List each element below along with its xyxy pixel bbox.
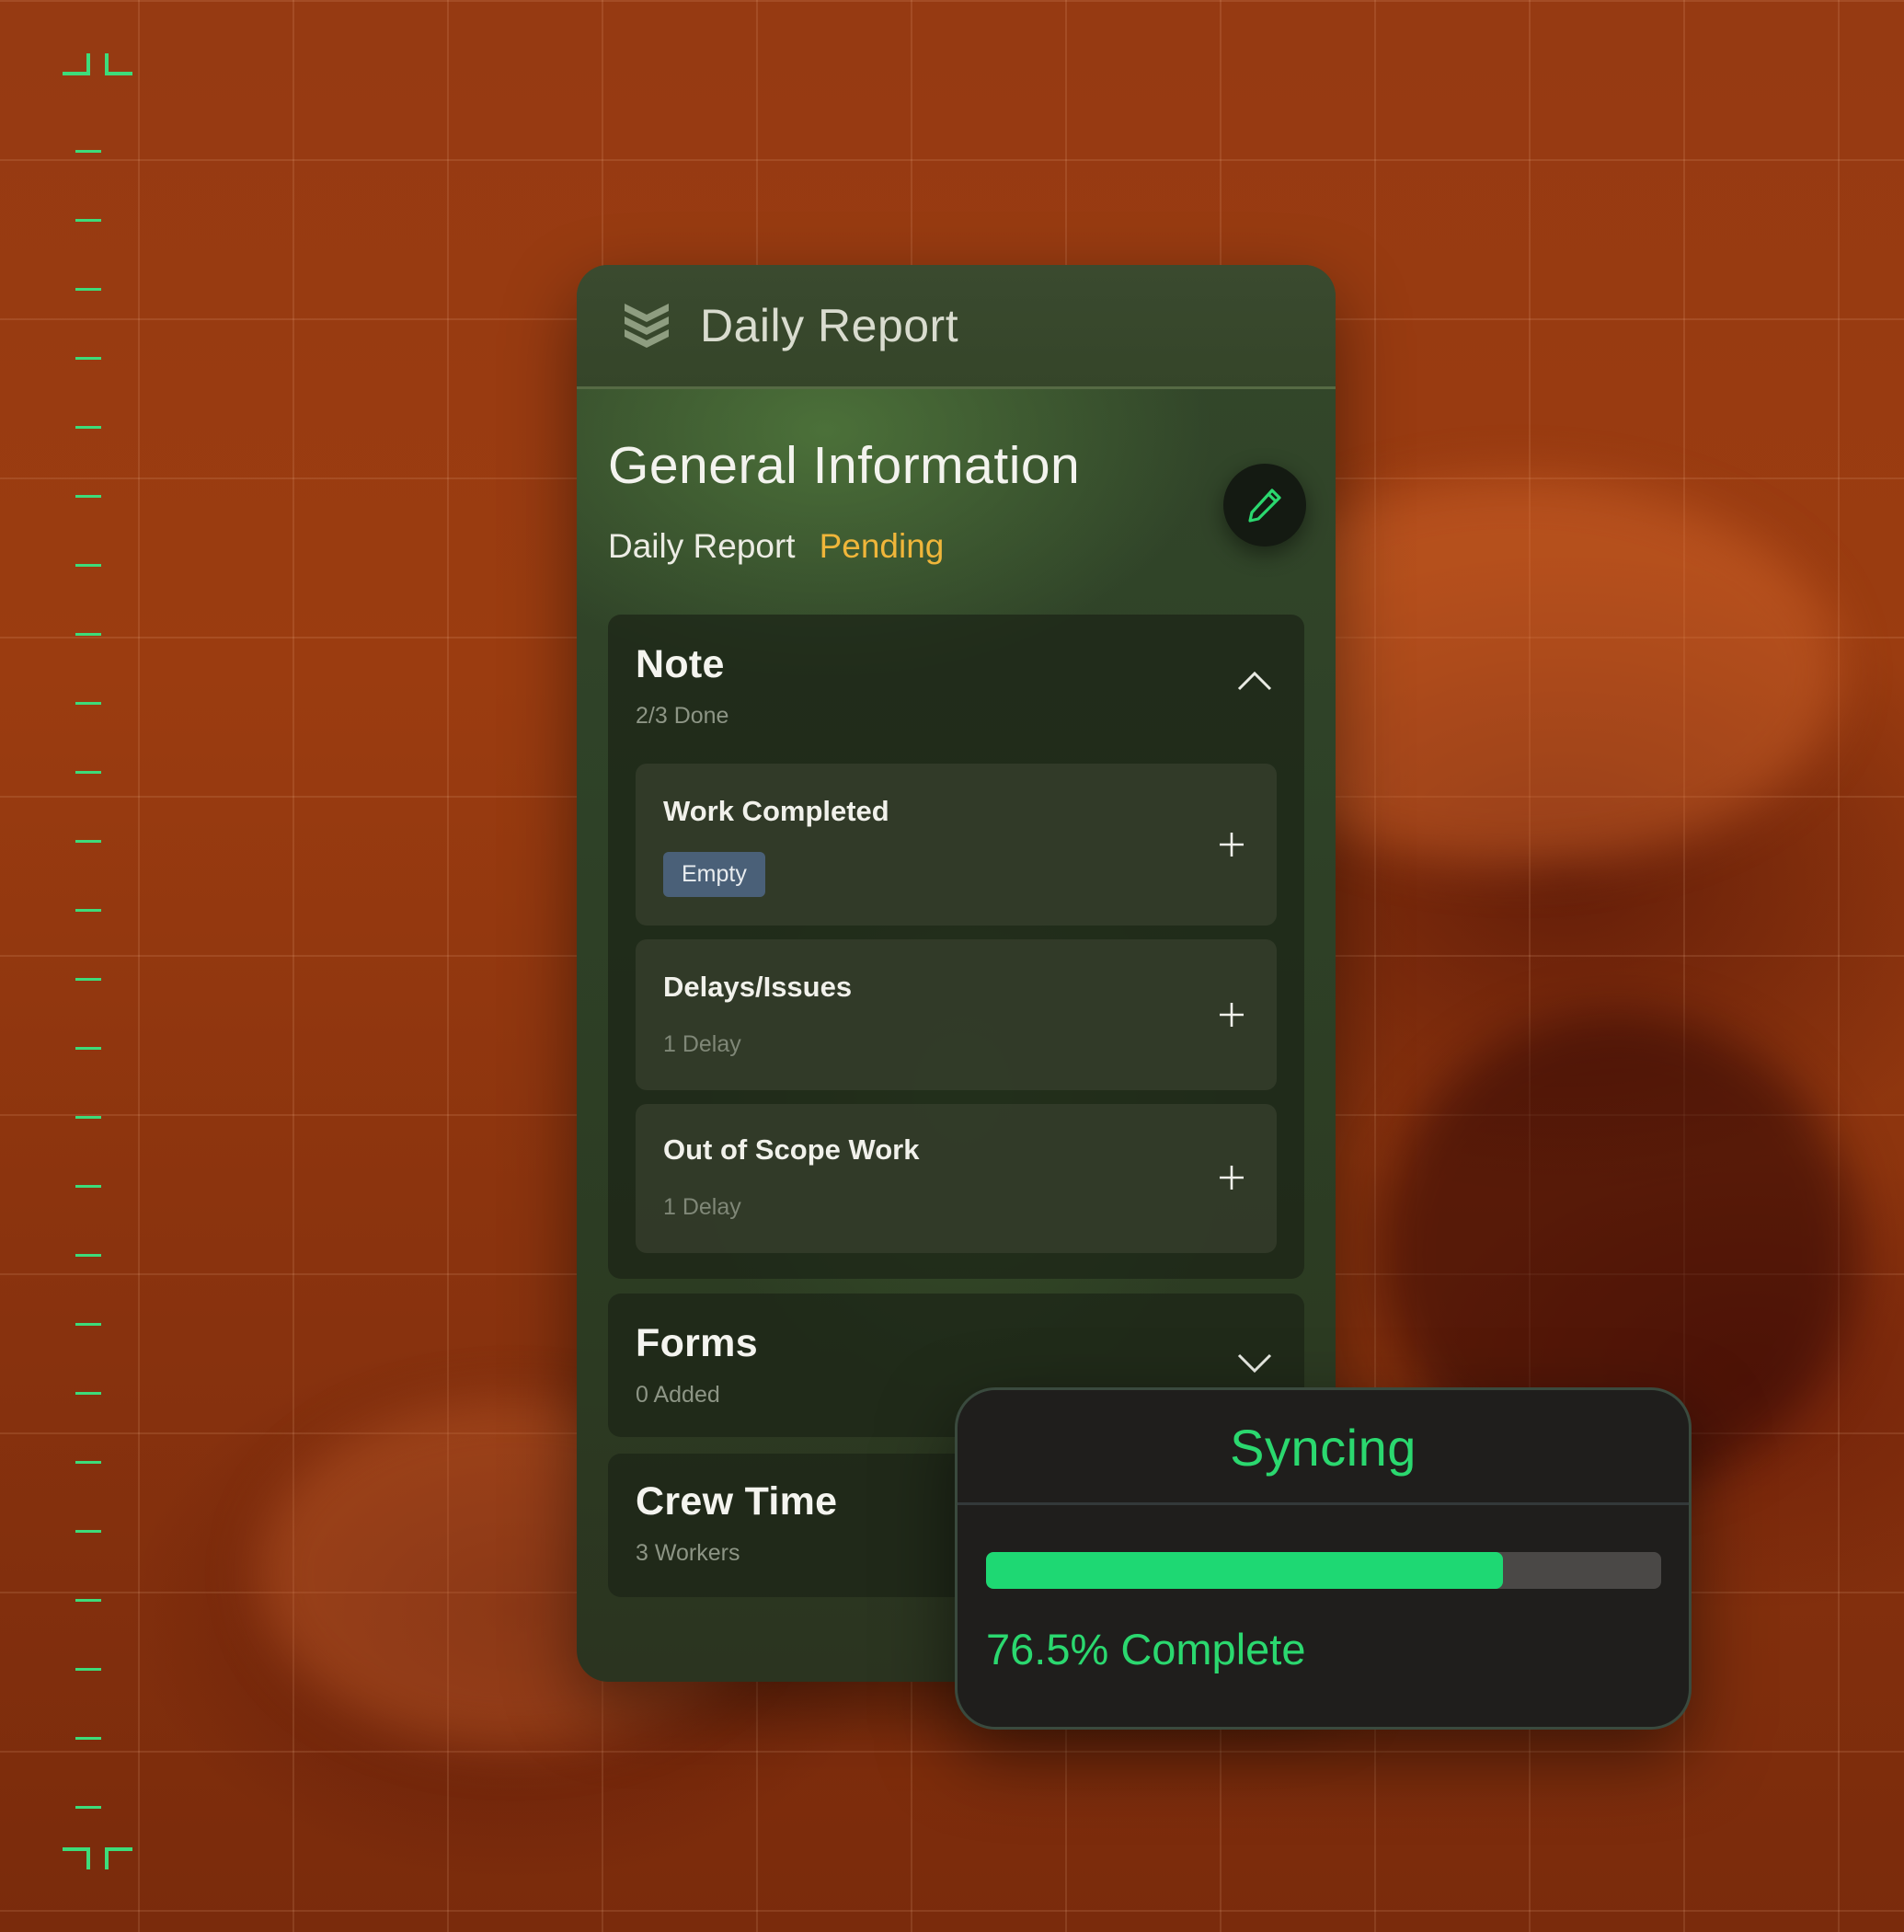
page-title: General Information: [608, 436, 1081, 495]
work-completed-item[interactable]: Work Completed Empty: [636, 764, 1277, 926]
ruler-corner-top-left: [63, 53, 90, 75]
pencil-icon: [1248, 489, 1281, 523]
ruler-tick: [75, 1530, 101, 1533]
crew-time-title: Crew Time: [636, 1479, 838, 1524]
ruler-tick: [75, 1392, 101, 1395]
ruler-tick: [75, 150, 101, 153]
stacked-chevrons-icon: [625, 304, 669, 348]
edit-button[interactable]: [1223, 464, 1306, 546]
chevron-up-icon[interactable]: [1236, 670, 1273, 692]
ruler-tick: [75, 1806, 101, 1809]
ruler-tick: [75, 1737, 101, 1740]
sync-progress-bar: [986, 1552, 1661, 1589]
report-status-row: Daily Report Pending: [608, 527, 944, 566]
crew-time-subtitle: 3 Workers: [636, 1540, 740, 1566]
ruler-tick: [75, 219, 101, 222]
note-subtitle: 2/3 Done: [636, 703, 729, 729]
ruler-tick: [75, 426, 101, 429]
item-title: Out of Scope Work: [663, 1133, 920, 1166]
ruler-tick: [75, 1047, 101, 1050]
ruler-tick: [75, 1116, 101, 1119]
ruler-tick: [75, 495, 101, 498]
ruler-tick: [75, 288, 101, 291]
card-title: Daily Report: [700, 300, 959, 351]
item-meta: 1 Delay: [663, 1031, 741, 1057]
syncing-popup: Syncing 76.5% Complete: [955, 1387, 1692, 1730]
left-ruler: [0, 0, 147, 1932]
ruler-tick: [75, 1668, 101, 1671]
ruler-tick: [75, 1323, 101, 1326]
sync-progress-fill: [986, 1552, 1503, 1589]
ruler-tick: [75, 1599, 101, 1602]
ruler-tick: [75, 978, 101, 981]
ruler-corner-bottom-right: [105, 1847, 132, 1869]
note-section: Note 2/3 Done Work Completed Empty Delay…: [608, 615, 1304, 1279]
ruler-tick: [75, 357, 101, 360]
sync-progress-label: 76.5% Complete: [986, 1625, 1306, 1673]
plus-icon[interactable]: [1220, 1003, 1244, 1027]
ruler-tick: [75, 771, 101, 774]
card-header: Daily Report: [577, 265, 1336, 389]
forms-subtitle: 0 Added: [636, 1382, 720, 1408]
syncing-title: Syncing: [1230, 1419, 1417, 1477]
plus-icon[interactable]: [1220, 1166, 1244, 1190]
item-meta: 1 Delay: [663, 1194, 741, 1220]
ruler-corner-bottom-left: [63, 1847, 90, 1869]
item-title: Work Completed: [663, 795, 889, 827]
ruler-tick: [75, 633, 101, 636]
ruler-tick: [75, 840, 101, 843]
ruler-tick: [75, 909, 101, 912]
report-label: Daily Report: [608, 527, 796, 565]
forms-title: Forms: [636, 1321, 758, 1365]
out-of-scope-work-item[interactable]: Out of Scope Work 1 Delay: [636, 1104, 1277, 1253]
ruler-corner-top-right: [105, 53, 132, 75]
ruler-tick: [75, 1254, 101, 1257]
plus-icon[interactable]: [1220, 833, 1244, 857]
status-badge: Pending: [819, 527, 945, 565]
note-title: Note: [636, 642, 725, 686]
empty-badge: Empty: [663, 852, 765, 897]
ruler-tick: [75, 702, 101, 705]
divider: [958, 1502, 1689, 1505]
chevron-down-icon[interactable]: [1236, 1352, 1273, 1374]
ruler-tick: [75, 1461, 101, 1464]
ruler-tick: [75, 564, 101, 567]
item-title: Delays/Issues: [663, 971, 853, 1003]
delays-issues-item[interactable]: Delays/Issues 1 Delay: [636, 939, 1277, 1090]
ruler-tick: [75, 1185, 101, 1188]
